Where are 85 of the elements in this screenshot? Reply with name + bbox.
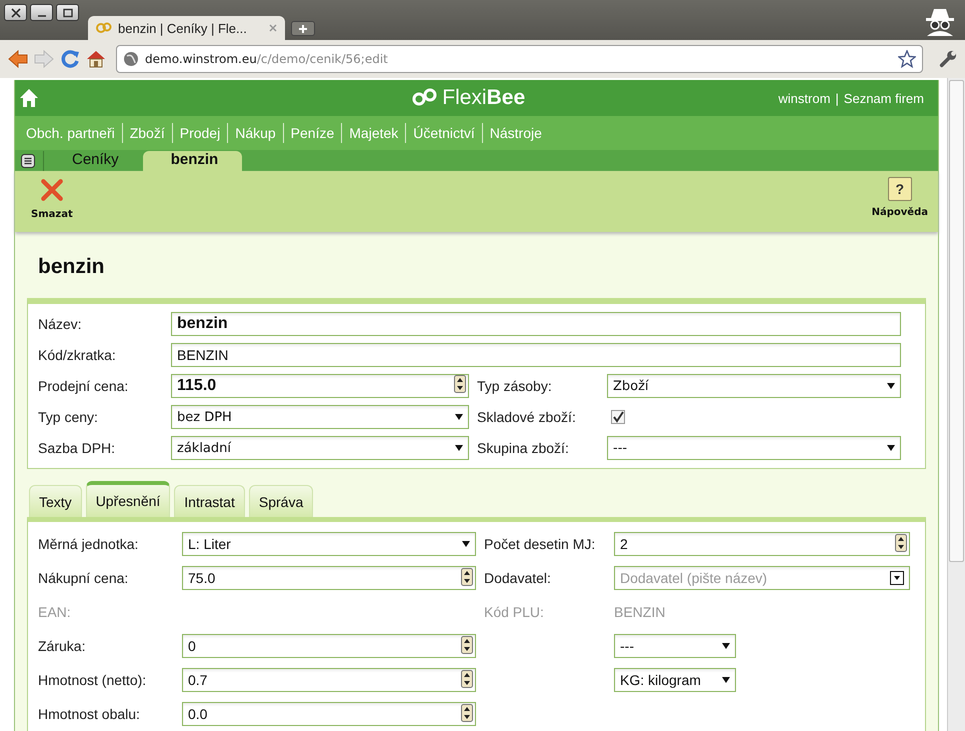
caret-icon xyxy=(455,445,463,451)
field-label: Záruka: xyxy=(38,638,86,654)
dropdown[interactable]: KG: kilogram xyxy=(614,668,736,692)
field-label: Typ zásoby: xyxy=(477,378,553,394)
checkbox[interactable] xyxy=(611,410,625,424)
spinner-icon[interactable] xyxy=(461,704,473,722)
text-field[interactable]: BENZIN xyxy=(171,343,901,367)
caret-icon xyxy=(462,541,470,547)
text-field[interactable]: benzin xyxy=(171,312,901,336)
url-text: demo.winstrom.eu/c/demo/cenik/56;edit xyxy=(145,52,389,66)
globe-icon xyxy=(123,51,139,67)
field-label: Skladové zboží: xyxy=(477,409,577,425)
tab[interactable]: Intrastat xyxy=(174,485,245,517)
caret-icon xyxy=(722,677,730,683)
delete-icon xyxy=(38,177,65,203)
field-label: Dodavatel: xyxy=(484,570,552,586)
field-label: Název: xyxy=(38,316,83,332)
field-label: Nákupní cena: xyxy=(38,570,130,586)
new-tab-button[interactable] xyxy=(291,21,315,36)
maximize-icon xyxy=(62,8,72,18)
close-icon xyxy=(10,8,20,18)
spinner-icon[interactable] xyxy=(461,568,473,586)
field-label: Počet desetin MJ: xyxy=(484,536,596,552)
dropdown-icon[interactable] xyxy=(890,571,904,585)
number-field[interactable]: 115.0 xyxy=(171,374,469,398)
home-icon[interactable] xyxy=(19,88,39,108)
spinner-icon[interactable] xyxy=(461,636,473,654)
record-title: benzin xyxy=(38,254,106,280)
home-icon[interactable] xyxy=(86,49,106,69)
browser-tab[interactable]: benzin | Ceníky | Fle... xyxy=(88,16,285,40)
dropdown[interactable]: Zboží xyxy=(607,374,901,398)
field-label: EAN: xyxy=(38,604,72,620)
logo-text: FlexiBee xyxy=(442,86,526,110)
maximize-button[interactable] xyxy=(56,4,79,21)
caret-icon xyxy=(455,414,463,420)
logo-icon xyxy=(412,88,438,108)
toolbar-button[interactable]: ? Nápověda xyxy=(872,171,928,232)
star-icon[interactable] xyxy=(898,50,916,68)
address-bar[interactable]: demo.winstrom.eu/c/demo/cenik/56;edit xyxy=(116,45,923,73)
minimize-icon xyxy=(36,14,46,16)
tab[interactable]: Upřesnění xyxy=(86,481,170,517)
help-icon: ? xyxy=(888,177,912,201)
field-label: Skupina zboží: xyxy=(477,440,570,456)
field-label: Typ ceny: xyxy=(38,409,99,425)
spinner-icon[interactable] xyxy=(895,534,907,552)
close-window-button[interactable] xyxy=(4,4,27,21)
field-label: Hmotnost (netto): xyxy=(38,672,148,688)
tab-title: benzin | Ceníky | Fle... xyxy=(118,20,248,36)
dropdown[interactable]: L: Liter xyxy=(182,532,476,556)
breadcrumb[interactable]: benzin xyxy=(142,151,242,171)
tab[interactable]: Správa xyxy=(248,485,314,517)
spinner-icon[interactable] xyxy=(461,670,473,688)
back-arrow-icon[interactable] xyxy=(8,50,28,68)
toolbar-button[interactable]: Smazat xyxy=(31,171,73,232)
field-label: Prodejní cena: xyxy=(38,378,130,394)
number-field[interactable]: 0.7 xyxy=(182,668,476,692)
menu-icon[interactable] xyxy=(21,154,35,168)
field-label: Sazba DPH: xyxy=(38,440,116,456)
dropdown[interactable]: bez DPH xyxy=(171,405,469,429)
incognito-icon xyxy=(923,6,957,36)
number-field[interactable]: 0.0 xyxy=(182,702,476,726)
scrollbar[interactable] xyxy=(947,78,965,731)
dropdown[interactable]: základní xyxy=(171,436,469,460)
caret-icon xyxy=(887,445,895,451)
field-label: Hmotnost obalu: xyxy=(38,706,141,722)
caret-icon xyxy=(722,643,730,649)
dropdown[interactable]: --- xyxy=(607,436,901,460)
number-field[interactable]: 0 xyxy=(182,634,476,658)
dropdown[interactable]: --- xyxy=(614,634,736,658)
spinner-icon[interactable] xyxy=(454,374,466,392)
checkmark-icon xyxy=(612,411,624,423)
number-field[interactable]: 75.0 xyxy=(182,566,476,590)
bee-icon xyxy=(96,22,112,34)
field-label: Měrná jednotka: xyxy=(38,536,140,552)
reload-icon[interactable] xyxy=(60,49,80,69)
tab[interactable]: Texty xyxy=(29,485,82,517)
plus-icon xyxy=(298,24,308,34)
field-label: Kód/zkratka: xyxy=(38,347,117,363)
number-field[interactable]: 2 xyxy=(614,532,910,556)
caret-icon xyxy=(887,383,895,389)
field-label: Kód PLU: xyxy=(484,604,545,620)
separator: | xyxy=(835,90,839,106)
field-value: BENZIN xyxy=(614,604,666,620)
wrench-icon[interactable] xyxy=(939,50,957,68)
minimize-button[interactable] xyxy=(30,4,53,21)
